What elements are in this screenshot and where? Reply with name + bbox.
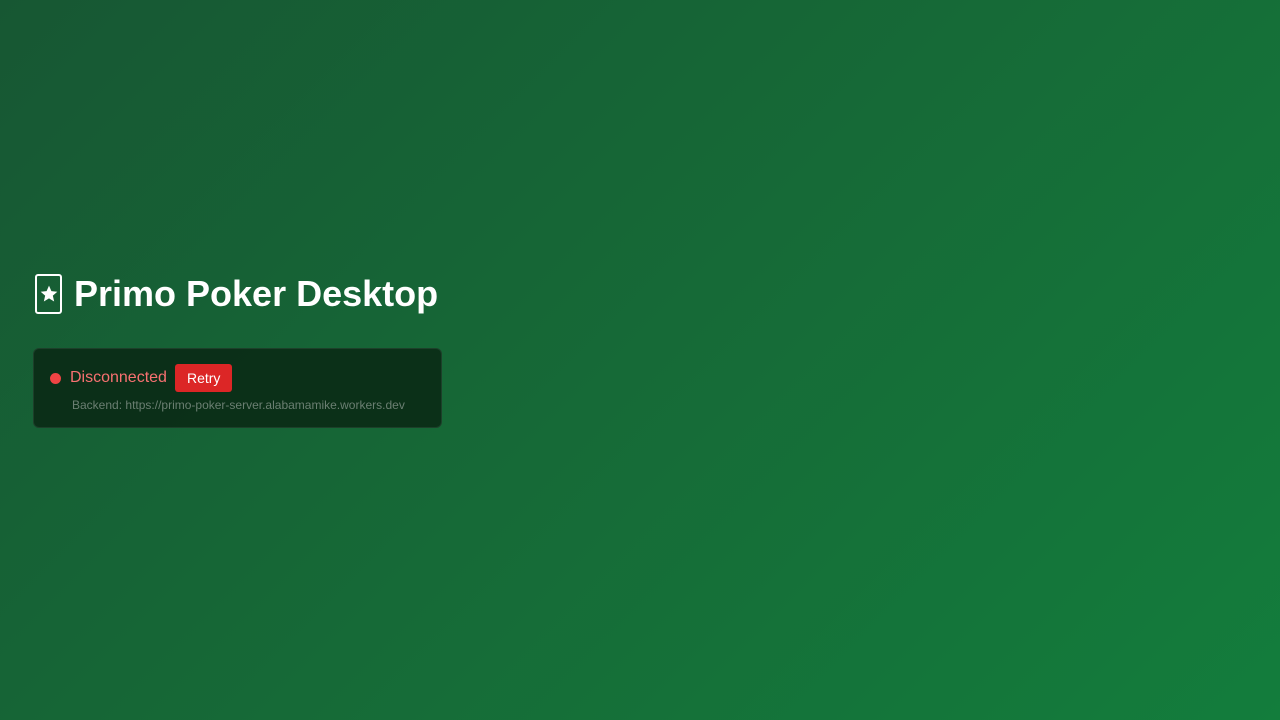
app-title: Primo Poker Desktop [74,273,439,314]
backend-info: Backend: https://primo-poker-server.alab… [72,397,405,413]
playing-card-star-icon [35,274,62,314]
connection-status-row: Disconnected Retry [50,364,233,392]
connection-status-panel: Disconnected Retry Backend: https://prim… [33,348,442,428]
retry-button[interactable]: Retry [174,364,233,392]
title-row: Primo Poker Desktop [33,272,443,316]
status-dot-icon [50,372,61,384]
backend-label: Backend: [72,398,123,412]
backend-url: https://primo-poker-server.alabamamike.w… [125,398,405,412]
connection-status-text: Disconnected [70,369,167,386]
star-icon [40,285,57,302]
app-container: Primo Poker Desktop Disconnected Retry B… [33,272,443,428]
